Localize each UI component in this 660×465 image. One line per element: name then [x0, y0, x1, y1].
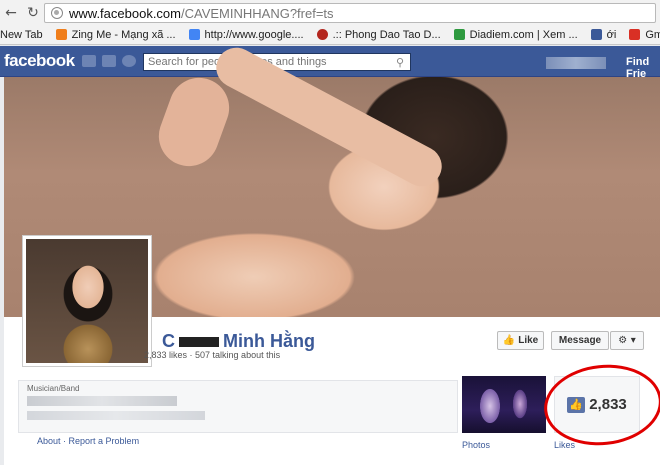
report-problem-link[interactable]: Report a Problem: [69, 436, 140, 446]
messages-icon[interactable]: [102, 55, 116, 67]
bookmark-label: New Tab: [0, 28, 43, 41]
settings-dropdown-button[interactable]: ⚙ ▾: [610, 331, 644, 350]
address-bar[interactable]: www.facebook.com/CAVEMINHHANG?fref=ts: [44, 3, 656, 23]
school-icon: [316, 29, 328, 40]
page-stats: 2,833 likes · 507 talking about this: [144, 350, 281, 360]
search-icon[interactable]: ⚲: [390, 54, 410, 70]
thumbs-up-icon: 👍: [567, 396, 586, 413]
page-title[interactable]: C Minh Hằng: [162, 331, 315, 352]
facebook-logo[interactable]: facebook: [4, 51, 75, 71]
bookmarks-bar: New Tab Zing Me - Mạng xã ... http://www…: [0, 25, 660, 45]
friend-requests-icon[interactable]: [82, 55, 96, 67]
url-host: www.facebook.com: [69, 5, 181, 21]
page-title-prefix: C: [162, 331, 175, 351]
like-button-label: Like: [518, 335, 539, 346]
like-button[interactable]: 👍 Like: [497, 331, 544, 350]
profile-picture-image: [26, 239, 148, 363]
notification-jewels: [82, 55, 136, 67]
bookmark-label: Diadiem.com | Xem ...: [469, 28, 578, 41]
facebook-icon: [590, 29, 602, 40]
gear-icon: ⚙ ▾: [618, 335, 636, 346]
diadiem-icon: [453, 29, 465, 40]
zing-icon: [55, 29, 67, 40]
bookmark-google[interactable]: http://www.google....: [188, 28, 304, 41]
cover-photo-detail: [150, 69, 238, 175]
gmail-icon: [629, 29, 641, 40]
message-button[interactable]: Message: [551, 331, 609, 350]
user-name-redacted: [546, 57, 606, 69]
page-title-suffix: Minh Hằng: [223, 331, 315, 351]
facebook-top-bar: facebook ⚲ Find Frie: [0, 46, 660, 80]
redacted-text: [27, 396, 177, 406]
browser-toolbar: ← ↻ www.facebook.com/CAVEMINHHANG?fref=t…: [0, 0, 660, 25]
bookmark-gmail[interactable]: Gmail: Email từ Goo...: [629, 29, 660, 41]
notifications-icon[interactable]: [122, 55, 136, 67]
message-button-label: Message: [558, 335, 602, 346]
about-link[interactable]: About: [37, 436, 61, 446]
bookmark-new-tab[interactable]: New Tab: [0, 29, 43, 41]
page-timeline: C Minh Hằng 2,833 likes · 507 talking abo…: [4, 40, 660, 465]
profile-picture[interactable]: [22, 235, 152, 367]
back-icon[interactable]: ←: [0, 2, 22, 24]
reload-icon[interactable]: ↻: [22, 2, 44, 24]
bookmark-label: Gmail: Email từ Goo...: [645, 28, 660, 41]
bookmark-label: .:: Phong Dao Tao D...: [332, 28, 441, 41]
bookmark-facebook[interactable]: ới: [590, 28, 617, 41]
photos-thumbnail[interactable]: [462, 376, 546, 433]
google-icon: [188, 29, 200, 40]
page-category: Musician/Band: [27, 384, 80, 393]
url-path: /CAVEMINHHANG?fref=ts: [181, 5, 334, 21]
thumbs-up-icon: 👍: [502, 335, 516, 346]
likes-label[interactable]: Likes: [554, 440, 575, 450]
bookmark-diadiem[interactable]: Diadiem.com | Xem ...: [453, 28, 578, 41]
photos-label[interactable]: Photos: [462, 440, 490, 450]
redacted-text: [27, 411, 205, 420]
bookmark-label: Zing Me - Mạng xã ...: [71, 28, 176, 41]
link-separator: ·: [60, 436, 69, 446]
likes-count: 2,833: [589, 396, 627, 413]
bookmark-label: ới: [606, 28, 617, 41]
likes-box[interactable]: 👍 2,833: [554, 376, 640, 433]
bookmark-zing[interactable]: Zing Me - Mạng xã ...: [55, 28, 176, 41]
page-icon: [51, 7, 63, 19]
bookmark-label: http://www.google....: [204, 28, 304, 41]
redaction-mark: [179, 337, 219, 348]
page-links: About · Report a Problem: [37, 436, 139, 446]
bookmark-phong-dao-tao[interactable]: .:: Phong Dao Tao D...: [316, 28, 441, 41]
about-box: Musician/Band: [18, 380, 458, 433]
